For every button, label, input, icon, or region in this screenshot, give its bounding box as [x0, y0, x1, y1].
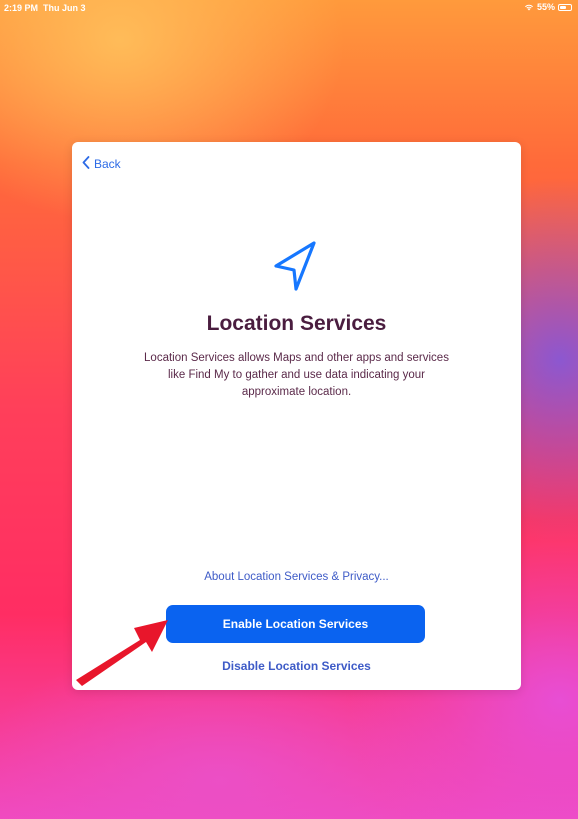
back-label: Back [94, 157, 121, 171]
battery-fill [560, 5, 566, 9]
status-bar: 2:19 PM Thu Jun 3 55% [0, 0, 578, 16]
description-text: Location Services allows Maps and other … [144, 352, 449, 398]
ipad-screen: 2:19 PM Thu Jun 3 55% Back Location Serv… [0, 0, 578, 819]
status-time-date: 2:19 PM Thu Jun 3 [4, 3, 86, 13]
location-services-sheet: Back Location Services Location Services… [72, 142, 521, 690]
page-title: Location Services [206, 312, 387, 335]
location-arrow-icon [268, 238, 324, 298]
status-indicators: 55% [524, 2, 572, 12]
enable-location-services-button[interactable]: Enable Location Services [166, 605, 425, 643]
about-location-privacy-link[interactable]: About Location Services & Privacy... [72, 571, 521, 583]
battery-icon [558, 3, 572, 11]
chevron-left-icon [82, 156, 90, 172]
back-button[interactable]: Back [82, 156, 121, 172]
battery-percent: 55% [536, 2, 555, 12]
status-date: Thu Jun 3 [43, 3, 86, 13]
status-time: 2:19 PM [4, 3, 39, 13]
disable-location-services-button[interactable]: Disable Location Services [72, 659, 521, 673]
wifi-icon [524, 3, 534, 11]
